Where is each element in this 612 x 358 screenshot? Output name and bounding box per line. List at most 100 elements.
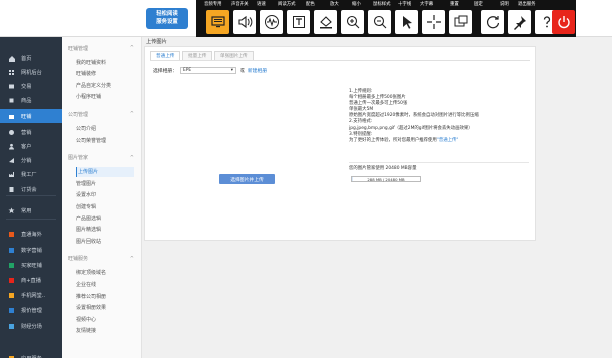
sound-toggle-button[interactable] [233, 10, 256, 34]
zoom-out-icon [373, 15, 386, 29]
subnav-item[interactable]: 公司介绍 [76, 123, 134, 133]
rail-item[interactable]: 买家旺铺 [0, 258, 62, 272]
subnav-item[interactable]: 小程序旺铺 [76, 92, 134, 102]
read-mode-icon [292, 16, 305, 28]
chevron-down-icon: ▾ [230, 68, 233, 73]
chart-icon [8, 247, 15, 254]
read-mode-button[interactable] [287, 10, 310, 34]
easy-read-service-button[interactable]: 轻松阅读 服务设置 [146, 8, 188, 29]
rail-item[interactable]: 财经分场 [0, 319, 62, 333]
toolbar-label: 缩小 [352, 2, 361, 7]
crosshair-icon [426, 15, 441, 29]
or-label: 或 [240, 69, 245, 74]
rail-item-label: 营销 [21, 129, 32, 136]
rail-item[interactable]: 报价管理 [0, 303, 62, 317]
reset-button[interactable] [481, 10, 504, 34]
subnav-group-header[interactable]: 旺铺服务 ^ [68, 254, 134, 264]
subnav-item[interactable]: 公司荣誉管理 [76, 135, 134, 145]
rail-item[interactable]: 首页 [0, 51, 62, 65]
subnav-item[interactable]: 图片回收站 [76, 236, 134, 246]
rail-item[interactable]: 交易 [0, 79, 62, 93]
monitor-icon [210, 16, 225, 28]
crosshair-button[interactable] [422, 10, 445, 34]
normal-upload-link[interactable]: "普通上传" [437, 138, 459, 143]
tab-batch-upload[interactable]: 批量上传 [182, 51, 213, 60]
toolbar-label: 鼠标样式 [373, 2, 391, 7]
rail-item-label: 报价管理 [21, 307, 42, 314]
subnav-item[interactable]: 上传图片 [76, 166, 134, 177]
speaker-icon [237, 15, 252, 29]
subnav-item[interactable]: 管理图片 [76, 178, 134, 188]
zoom-in-icon [346, 15, 359, 29]
mobile-icon [8, 292, 15, 299]
select-upload-button[interactable]: 选择图片并上传 [219, 174, 275, 184]
rail-item-label: 我工厂 [21, 171, 37, 178]
cursor-style-button[interactable] [395, 10, 418, 34]
apps-icon [8, 355, 15, 358]
subnav-item[interactable]: 友情链接 [76, 326, 134, 336]
pin-button[interactable] [508, 10, 531, 34]
subnav-group-header[interactable]: 图片管家 ^ [68, 153, 134, 163]
subnav-item[interactable]: 图片精选辑 [76, 225, 134, 235]
chevron-up-icon: ^ [129, 154, 134, 161]
upload-panel: 普通上传 批量上传 单张图片上传 选择相册： EPE ▾ 或 新建相册 选择图片… [144, 46, 536, 241]
rail-item[interactable]: 应用服务 [0, 351, 62, 358]
album-select[interactable]: EPE ▾ [180, 67, 236, 74]
subnav-group-title: 旺铺服务 [68, 256, 89, 263]
zoom-in-button[interactable] [341, 10, 364, 34]
toolbar-label: 十字线 [398, 2, 412, 7]
tab-single-upload[interactable]: 单张图片上传 [214, 51, 254, 60]
star-icon [8, 207, 15, 214]
rail-item[interactable]: 分销 [0, 153, 62, 167]
tab-normal-upload[interactable]: 普通上传 [150, 51, 181, 60]
rail-item[interactable]: 旺铺 [0, 109, 62, 123]
exit-button[interactable] [552, 10, 575, 34]
rail-item-label: 分销 [21, 157, 32, 164]
subnav-group-header[interactable]: 旺铺管理 ^ [68, 43, 134, 53]
subnav-item[interactable]: 产品图选辑 [76, 213, 134, 223]
subnav-item[interactable]: 旺铺装修 [76, 69, 134, 79]
large-caption-button[interactable] [449, 10, 472, 34]
accessibility-toolbar: 轻松阅读 服务设置 音频专用 声音开关 语速 阅读方式 配色 放大 缩小 鼠标样… [0, 0, 612, 37]
rail-item[interactable]: 常用 [0, 203, 62, 217]
rail-item[interactable]: 我工厂 [0, 167, 62, 181]
toolbar-label: 配色 [306, 2, 315, 7]
toolbar-label: 大字幕 [420, 2, 434, 7]
zoom-out-button[interactable] [368, 10, 391, 34]
subnav-item[interactable]: 绑定顶级域名 [76, 268, 134, 278]
rail-item-label: 客户 [21, 143, 32, 150]
speed-button[interactable] [260, 10, 283, 34]
rail-item[interactable]: 直通海外 [0, 227, 62, 241]
rail-item[interactable]: 数字营销 [0, 243, 62, 257]
subnav-group-header[interactable]: 公司管理 ^ [68, 109, 134, 119]
toolbar-label: 退出服务 [518, 2, 536, 7]
subnav-item[interactable]: 企业在线 [76, 279, 134, 289]
rail-item-label: 商+直播 [21, 277, 41, 284]
rail-item[interactable]: 营销 [0, 125, 62, 139]
subnav-item[interactable]: 设置相册效果 [76, 303, 134, 313]
chevron-up-icon: ^ [129, 45, 134, 51]
rail-divider [6, 195, 56, 196]
subnav-group-title: 图片管家 [68, 155, 89, 162]
subnav-item[interactable]: 产品自定义分类 [76, 80, 134, 90]
toolbar-label: 重置 [450, 2, 459, 7]
rail-item[interactable]: 商品 [0, 93, 62, 107]
subnav-item[interactable]: 创建专辑 [76, 201, 134, 211]
subnav-item[interactable]: 设置水印 [76, 190, 134, 200]
album-select-row: 选择相册： EPE ▾ 或 新建相册 [153, 67, 267, 74]
breadcrumb: 上传图片 [146, 39, 167, 45]
main-nav-rail: 首页 网机后台 交易 商品旺铺营销客户分销我工厂订货会常用直通海外数字营销 买家旺铺商+… [0, 37, 62, 358]
color-scheme-button[interactable] [314, 10, 337, 34]
new-album-link[interactable]: 新建相册 [248, 67, 267, 74]
screen-reader-button[interactable] [206, 10, 229, 34]
subnav-item[interactable]: 推荐公司相册 [76, 291, 134, 301]
rail-item[interactable]: 订货会 [0, 182, 62, 196]
quota-progress-fill [352, 177, 353, 181]
help-divider [349, 162, 529, 163]
rail-item[interactable]: 客户 [0, 139, 62, 153]
subnav-item[interactable]: 我的旺铺资料 [76, 57, 134, 67]
rail-item[interactable]: 手机网堂.. [0, 288, 62, 302]
rail-item[interactable]: 商+直播 [0, 273, 62, 287]
subnav-item[interactable]: 视频中心 [76, 314, 134, 324]
rail-item[interactable]: 网机后台 [0, 65, 62, 79]
